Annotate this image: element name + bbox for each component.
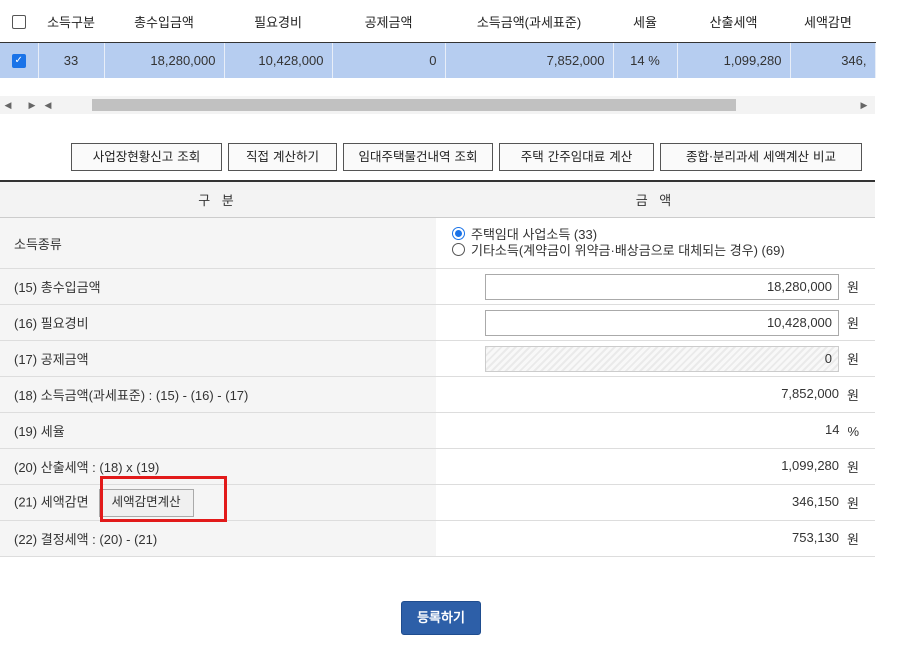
action-button-row: 사업장현황신고 조회 직접 계산하기 임대주택물건내역 조회 주택 간주임대료 … [0, 143, 875, 173]
scrollbar-thumb[interactable] [92, 99, 736, 111]
unit-label: 원 [847, 280, 859, 295]
unit-label: 원 [847, 460, 859, 475]
radio-label-housing-rental: 주택임대 사업소득 (33) [471, 227, 598, 242]
row-label-tax-reduction: (21) 세액감면 [14, 493, 89, 509]
radio-label-other-income: 기타소득(계약금이 위약금·배상금으로 대체되는 경우) (69) [471, 243, 785, 258]
determined-tax-value: 753,130 [792, 529, 840, 545]
radio-option-other-income[interactable]: 기타소득(계약금이 위약금·배상금으로 대체되는 경우) (69) [452, 243, 875, 259]
direct-calculation-button[interactable]: 직접 계산하기 [228, 143, 337, 171]
business-status-report-button[interactable]: 사업장현황신고 조회 [71, 143, 222, 171]
table-row: (22) 결정세액 : (20) - (21) 753,130 원 [0, 520, 875, 557]
select-all-checkbox[interactable] [0, 0, 38, 43]
total-revenue-input[interactable]: 18,280,000 [485, 273, 840, 300]
grid-header-income-type: 소득구분 [38, 0, 104, 43]
cell-deduction: 0 [332, 42, 446, 78]
unit-label: 원 [847, 388, 859, 403]
income-type-options: 주택임대 사업소득 (33) 기타소득(계약금이 위약금·배상금으로 대체되는 … [436, 217, 875, 269]
cell-taxable-income: 7,852,000 [445, 42, 614, 78]
income-type-label: 소득종류 [0, 217, 436, 269]
unit-label: 원 [847, 352, 859, 367]
row-label-deduction: (17) 공제금액 [0, 340, 436, 377]
table-row: (16) 필요경비 10,428,000 원 [0, 304, 875, 341]
scroll-right-arrow-icon[interactable]: ▶ [856, 96, 872, 114]
deduction-input-disabled: 0 [485, 345, 840, 372]
cell-calculated-tax: 1,099,280 [677, 42, 791, 78]
grid-header-tax-rate: 세율 [613, 0, 677, 43]
scroll-left-arrow-icon[interactable]: ◀ [40, 96, 56, 114]
unit-label: 원 [847, 496, 859, 511]
tax-reduction-value: 346,150 [792, 493, 840, 509]
scroll-right-small-arrow-icon[interactable]: ▶ [24, 96, 40, 114]
income-summary-grid: 소득구분 총수입금액 필요경비 공제금액 소득금액(과세표준) 세율 산출세액 … [0, 0, 876, 78]
row-label-tax-rate: (19) 세율 [0, 412, 436, 449]
grid-header-total-revenue: 총수입금액 [104, 0, 224, 43]
detail-header-category: 구 분 [0, 180, 436, 218]
calculated-tax-value: 1,099,280 [781, 457, 840, 473]
cell-income-type: 33 [38, 42, 105, 78]
radio-unselected-icon[interactable] [452, 243, 465, 256]
table-row: (19) 세율 14% [0, 412, 875, 449]
highlight-box [100, 476, 227, 522]
grid-header-deduction: 공제금액 [332, 0, 445, 43]
submit-button[interactable]: 등록하기 [401, 601, 481, 635]
expenses-input[interactable]: 10,428,000 [485, 309, 840, 336]
row-label-determined-tax: (22) 결정세액 : (20) - (21) [0, 520, 436, 557]
unit-label: 원 [847, 532, 859, 547]
cell-tax-rate: 14 % [613, 42, 678, 78]
tax-rate-value: 14 [824, 422, 840, 438]
grid-header-calculated-tax: 산출세액 [677, 0, 790, 43]
radio-selected-icon[interactable] [452, 227, 465, 240]
cell-tax-reduction: 346, [790, 42, 876, 78]
taxable-income-value: 7,852,000 [781, 385, 840, 401]
deemed-rent-calculation-button[interactable]: 주택 간주임대료 계산 [499, 143, 654, 171]
table-row[interactable]: ✓ 33 18,280,000 10,428,000 0 7,852,000 1… [0, 42, 876, 78]
grid-header-row: 소득구분 총수입금액 필요경비 공제금액 소득금액(과세표준) 세율 산출세액 … [0, 0, 875, 43]
table-row: (17) 공제금액 0원 [0, 340, 875, 377]
unit-label: % [847, 423, 859, 439]
grid-header-tax-reduction: 세액감면 [790, 0, 875, 43]
grid-header-taxable-income: 소득금액(과세표준) [445, 0, 613, 43]
rental-housing-inquiry-button[interactable]: 임대주택물건내역 조회 [343, 143, 493, 171]
cell-expenses: 10,428,000 [224, 42, 333, 78]
row-label-total-revenue: (15) 총수입금액 [0, 268, 436, 305]
row-label-taxable-income: (18) 소득금액(과세표준) : (15) - (16) - (17) [0, 376, 436, 413]
scroll-far-left-arrow-icon[interactable]: ◀ [0, 96, 16, 114]
row-label-expenses: (16) 필요경비 [0, 304, 436, 341]
horizontal-scrollbar[interactable]: ◀ ▶ ◀ ▶ [0, 96, 875, 114]
tax-comparison-button[interactable]: 종합·분리과세 세액계산 비교 [660, 143, 862, 171]
table-row: (15) 총수입금액 18,280,000 원 [0, 268, 875, 305]
unit-label: 원 [847, 316, 859, 331]
table-row: (18) 소득금액(과세표준) : (15) - (16) - (17) 7,8… [0, 376, 875, 413]
radio-option-housing-rental[interactable]: 주택임대 사업소득 (33) [452, 227, 875, 243]
income-type-row: 소득종류 주택임대 사업소득 (33) 기타소득(계약금이 위약금·배상금으로 … [0, 217, 875, 269]
cell-total-revenue: 18,280,000 [104, 42, 225, 78]
detail-header-amount: 금 액 [436, 180, 875, 218]
grid-header-expenses: 필요경비 [224, 0, 332, 43]
row-checkbox[interactable]: ✓ [0, 42, 39, 78]
